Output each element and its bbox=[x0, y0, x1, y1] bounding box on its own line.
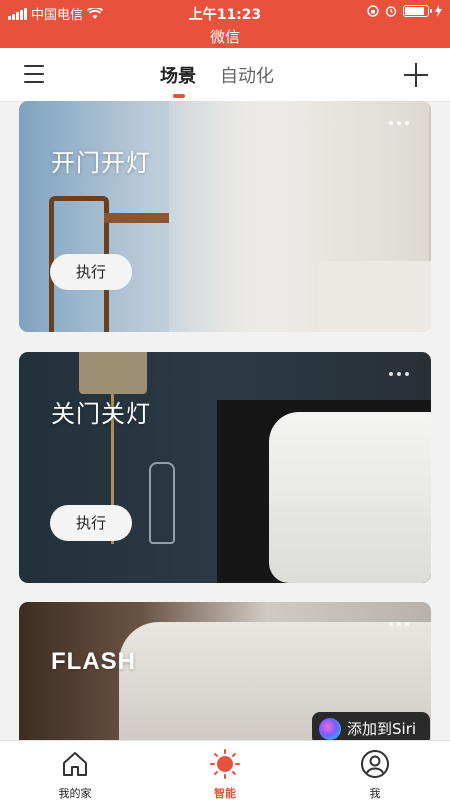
execute-button[interactable]: 执行 bbox=[50, 254, 132, 290]
scene-card-open[interactable]: 开门开灯 执行 bbox=[19, 101, 431, 332]
rotation-lock-icon bbox=[367, 5, 379, 17]
status-bar: 中国电信 上午11:23 微信 bbox=[0, 0, 450, 48]
alarm-icon bbox=[385, 6, 397, 17]
menu-icon[interactable] bbox=[24, 65, 44, 83]
tab-scenes[interactable]: 场景 bbox=[160, 62, 196, 98]
more-icon[interactable] bbox=[389, 121, 409, 127]
status-right bbox=[367, 5, 442, 17]
desk-image bbox=[104, 213, 169, 223]
pillow-image bbox=[269, 412, 431, 583]
tab-me[interactable]: 我 bbox=[325, 741, 425, 800]
siri-label: 添加到Siri bbox=[347, 720, 417, 738]
scene-title: 开门开灯 bbox=[51, 149, 151, 177]
scene-tabs: 场景 自动化 bbox=[160, 62, 274, 98]
execute-button[interactable]: 执行 bbox=[50, 505, 132, 541]
tab-automation[interactable]: 自动化 bbox=[220, 62, 274, 88]
bottle-image bbox=[149, 462, 175, 544]
tab-label: 我的家 bbox=[58, 787, 92, 800]
bottom-tab-bar: 我的家 智能 我 bbox=[0, 740, 450, 800]
sun-icon bbox=[210, 749, 240, 779]
bed-image bbox=[319, 261, 431, 332]
tab-smart[interactable]: 智能 bbox=[175, 741, 275, 800]
home-icon bbox=[63, 752, 87, 776]
scene-title: FLASH bbox=[51, 648, 136, 675]
top-nav: 场景 自动化 bbox=[0, 48, 450, 102]
tab-my-home[interactable]: 我的家 bbox=[25, 741, 125, 800]
scene-card-close[interactable]: 关门关灯 执行 bbox=[19, 352, 431, 583]
more-icon[interactable] bbox=[389, 372, 409, 378]
more-icon[interactable] bbox=[389, 622, 409, 628]
tab-label: 智能 bbox=[214, 787, 236, 800]
app-name: 微信 bbox=[209, 28, 240, 46]
lamp-image bbox=[79, 352, 147, 394]
siri-icon bbox=[319, 717, 341, 740]
battery-icon bbox=[403, 5, 432, 17]
tab-label: 我 bbox=[369, 787, 381, 800]
charging-icon bbox=[435, 5, 442, 17]
scene-title: 关门关灯 bbox=[51, 400, 151, 428]
add-icon[interactable] bbox=[404, 63, 428, 87]
user-icon bbox=[361, 750, 389, 778]
